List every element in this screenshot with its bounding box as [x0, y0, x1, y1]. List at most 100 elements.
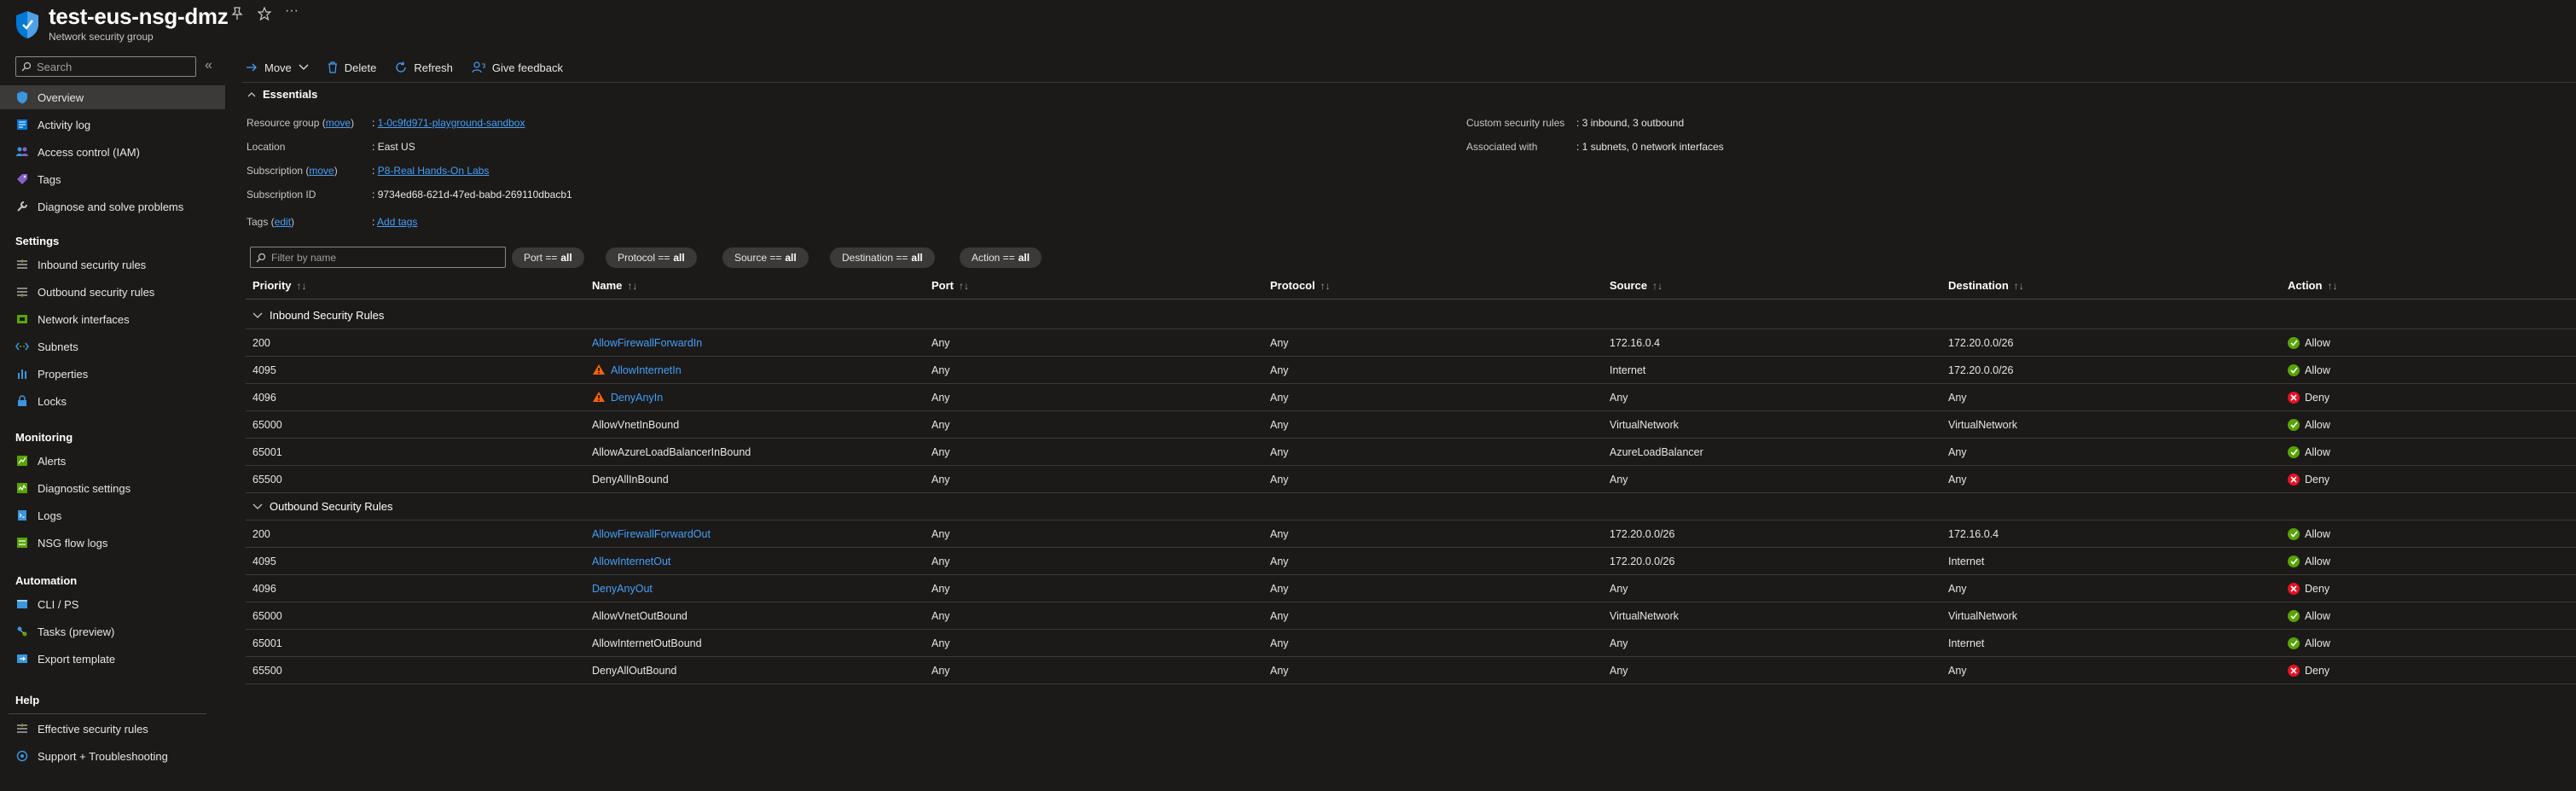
subscription-link[interactable]: P8-Real Hands-On Labs — [378, 165, 490, 177]
sidebar-item-iam[interactable]: Access control (IAM) — [0, 140, 225, 164]
destination-text: Internet — [1948, 555, 1985, 567]
filter-pill-action[interactable]: Action == all — [960, 247, 1042, 268]
column-header-priority[interactable]: Priority ↑↓ — [252, 279, 307, 292]
action-text: Allow — [2305, 364, 2330, 376]
sidebar-item-label: Access control (IAM) — [38, 145, 140, 159]
column-header-source[interactable]: Source ↑↓ — [1610, 279, 1662, 292]
refresh-button[interactable]: Refresh — [395, 61, 453, 74]
port-text: Any — [931, 419, 950, 431]
table-row[interactable]: 65000 AllowVnetOutBound Any Any VirtualNetwo… — [246, 602, 2576, 630]
custom-rules-label: Custom security rules — [1466, 117, 1565, 129]
resource-group-link[interactable]: 1-0c9fd971-playground-sandbox — [378, 117, 525, 129]
subscription-move-link[interactable]: move — [309, 165, 334, 177]
filter-pill-destination[interactable]: Destination == all — [830, 247, 935, 268]
table-row[interactable]: 4096 DenyAnyIn Any Any Any Any Deny — [246, 384, 2576, 411]
sidebar-item-tags[interactable]: Tags — [0, 167, 225, 191]
tag-icon — [15, 172, 29, 186]
cell-source: 172.20.0.0/26 — [1610, 521, 1674, 548]
cell-action: Deny — [2288, 466, 2329, 493]
cell-source: 172.16.0.4 — [1610, 329, 1660, 357]
outbound-rules-icon — [15, 285, 29, 299]
cell-name[interactable]: AllowInternetOut — [592, 548, 670, 575]
table-row[interactable]: 65500 DenyAllOutBound Any Any Any Any Deny — [246, 657, 2576, 684]
more-options-icon[interactable]: ··· — [285, 3, 299, 19]
cell-name[interactable]: AllowInternetIn — [592, 357, 682, 384]
chevron-down-icon — [252, 312, 263, 318]
give-feedback-button[interactable]: Give feedback — [472, 61, 563, 74]
sidebar-item-label: Support + Troubleshooting — [38, 749, 168, 763]
cell-name[interactable]: AllowFirewallForwardIn — [592, 329, 702, 357]
subnet-icon — [15, 340, 29, 353]
sidebar-item-overview[interactable]: Overview — [0, 85, 225, 109]
sidebar-item-export-template[interactable]: Export template — [0, 647, 225, 671]
filter-pill-source[interactable]: Source == all — [722, 247, 809, 268]
filter-by-name-input[interactable]: Filter by name — [250, 247, 506, 268]
filter-pill-protocol[interactable]: Protocol == all — [606, 247, 697, 268]
sidebar-item-logs[interactable]: Logs — [0, 503, 225, 527]
add-tags-link[interactable]: Add tags — [377, 216, 417, 228]
sidebar-item-diagnostic-settings[interactable]: Diagnostic settings — [0, 476, 225, 500]
table-row[interactable]: 65001 AllowInternetOutBound Any Any Any Inter… — [246, 630, 2576, 657]
sidebar-item-nsg-flow-logs[interactable]: NSG flow logs — [0, 531, 225, 555]
table-row[interactable]: 200 AllowFirewallForwardOut Any Any 172.20.0… — [246, 521, 2576, 548]
column-header-port[interactable]: Port ↑↓ — [931, 279, 969, 292]
table-row[interactable]: 65000 AllowVnetInBound Any Any VirtualNetwor… — [246, 411, 2576, 439]
favorite-star-icon[interactable] — [257, 6, 272, 25]
priority-text: 65000 — [252, 419, 282, 431]
sidebar-item-tasks[interactable]: Tasks (preview) — [0, 619, 225, 643]
sidebar-item-cli-ps[interactable]: CLI / PS — [0, 592, 225, 616]
sidebar-item-support[interactable]: Support + Troubleshooting — [0, 744, 225, 768]
menu-search-input[interactable]: Search — [15, 56, 196, 77]
action-text: Allow — [2305, 419, 2330, 431]
essentials-toggle[interactable]: Essentials — [247, 88, 317, 101]
pin-icon[interactable] — [231, 7, 243, 25]
column-header-destination[interactable]: Destination ↑↓ — [1948, 279, 2024, 292]
action-text: Allow — [2305, 637, 2330, 649]
table-row[interactable]: 65500 DenyAllInBound Any Any Any Any Deny — [246, 466, 2576, 493]
sidebar-item-effective-rules[interactable]: Effective security rules — [0, 717, 225, 741]
column-header-protocol[interactable]: Protocol ↑↓ — [1270, 279, 1331, 292]
nsg-shield-icon — [15, 10, 42, 41]
sidebar-item-properties[interactable]: Properties — [0, 362, 225, 386]
cell-name: DenyAllInBound — [592, 466, 669, 493]
table-row[interactable]: 65001 AllowAzureLoadBalancerInBound Any Any… — [246, 439, 2576, 466]
table-row[interactable]: 4095 AllowInternetOut Any Any 172.20.0.0/26 I… — [246, 548, 2576, 575]
sidebar-item-subnets[interactable]: Subnets — [0, 334, 225, 358]
sidebar-item-locks[interactable]: Locks — [0, 389, 225, 413]
edit-tags-link[interactable]: edit — [275, 216, 291, 228]
protocol-text: Any — [1270, 337, 1289, 349]
table-row[interactable]: 4096 DenyAnyOut Any Any Any Any Deny — [246, 575, 2576, 602]
cell-source: 172.20.0.0/26 — [1610, 548, 1674, 575]
group-header-row[interactable]: Outbound Security Rules — [246, 493, 2576, 521]
wrench-icon — [15, 200, 29, 213]
cell-priority: 4095 — [252, 357, 276, 384]
filter-pill-port[interactable]: Port == all — [512, 247, 584, 268]
sidebar-item-network-interfaces[interactable]: Network interfaces — [0, 307, 225, 331]
move-button[interactable]: Move — [246, 61, 309, 74]
sidebar-item-alerts[interactable]: Alerts — [0, 449, 225, 473]
allow-check-icon — [2288, 419, 2300, 431]
cell-name[interactable]: DenyAnyIn — [592, 384, 663, 411]
column-header-action[interactable]: Action ↑↓ — [2288, 279, 2337, 292]
port-text: Any — [931, 665, 950, 677]
move-link[interactable]: move — [326, 117, 351, 129]
sidebar-item-activity-log[interactable]: Activity log — [0, 113, 225, 137]
collapse-menu-icon[interactable]: « — [205, 58, 212, 73]
cell-name[interactable]: AllowFirewallForwardOut — [592, 521, 711, 548]
cell-name[interactable]: DenyAnyOut — [592, 575, 653, 602]
protocol-text: Any — [1270, 474, 1289, 486]
sidebar-item-diagnose[interactable]: Diagnose and solve problems — [0, 195, 225, 218]
sidebar-item-inbound-rules[interactable]: Inbound security rules — [0, 253, 225, 276]
logs-icon — [15, 509, 29, 522]
page-title: test-eus-nsg-dmz — [49, 3, 229, 29]
delete-button[interactable]: Delete — [328, 61, 376, 74]
column-header-name[interactable]: Name ↑↓ — [592, 279, 637, 292]
command-bar: Move Delete Refresh Give feedback — [246, 56, 582, 79]
export-icon — [15, 652, 29, 666]
action-text: Allow — [2305, 337, 2330, 349]
group-header-row[interactable]: Inbound Security Rules — [246, 302, 2576, 329]
sidebar-item-outbound-rules[interactable]: Outbound security rules — [0, 280, 225, 304]
table-row[interactable]: 200 AllowFirewallForwardIn Any Any 172.16.0.… — [246, 329, 2576, 357]
table-row[interactable]: 4095 AllowInternetIn Any Any Internet 172.20.… — [246, 357, 2576, 384]
cell-source: Any — [1610, 657, 1628, 684]
